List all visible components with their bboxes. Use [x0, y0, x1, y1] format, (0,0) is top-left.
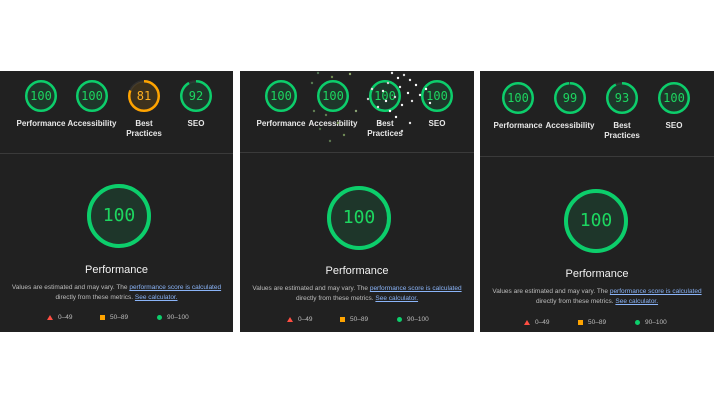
average-square-icon [340, 316, 345, 322]
score-summary: 100 Performance 100 Accessibility 81 Bes… [0, 71, 233, 153]
performance-title: Performance [85, 264, 148, 276]
confetti-dot [316, 71, 320, 75]
confetti-dot [348, 72, 352, 76]
confetti-dot [394, 115, 398, 119]
score-legend: 0–49 50–89 90–100 [480, 318, 714, 328]
pass-circle-icon [157, 314, 162, 320]
average-square-icon [578, 319, 583, 325]
gauge-value: 81 [136, 89, 152, 103]
confetti-dot [342, 133, 346, 137]
pass-circle-icon [397, 316, 402, 322]
gauge-value: 100 [81, 89, 103, 103]
confetti-dot [354, 109, 358, 113]
confetti-dot [402, 73, 406, 77]
confetti-dot [366, 97, 370, 101]
gauge-value: 100 [507, 91, 529, 105]
report-panel-3: 100 Performance 99 Accessibility 93 Best… [480, 71, 714, 332]
confetti-dot [312, 109, 316, 113]
confetti-dot [408, 78, 412, 82]
gauge-value: 92 [188, 89, 204, 103]
performance-gauge: 100 [86, 183, 152, 249]
confetti-dot [393, 95, 397, 99]
performance-score-link[interactable]: performance score is calculated [370, 285, 462, 292]
gauge-label: SEO [665, 121, 683, 130]
report-panel-2: 100 Performance 100 Accessibility 100 Be… [240, 71, 474, 332]
confetti-dot [328, 139, 332, 143]
confetti-dot [396, 76, 400, 80]
confetti-dot [398, 85, 402, 89]
confetti-dot [390, 71, 394, 75]
confetti-dot [424, 87, 428, 91]
confetti-dot [378, 121, 382, 125]
confetti-dot [428, 101, 432, 105]
score-note: Values are estimated and may vary. The p… [11, 284, 222, 301]
confetti-dot [310, 81, 314, 85]
gauge-value: 100 [663, 91, 685, 105]
performance-score: 100 [342, 207, 376, 228]
gauge-seo[interactable]: 92 SEO [164, 79, 228, 129]
gauge-value: 100 [30, 89, 52, 103]
fail-triangle-icon [287, 316, 293, 322]
confetti-dot [410, 99, 414, 103]
performance-gauge: 100 [326, 185, 392, 251]
confetti-dot [418, 93, 422, 97]
confetti-dot [370, 87, 374, 91]
divider [480, 156, 714, 157]
confetti-dot [414, 83, 418, 87]
divider [240, 152, 474, 153]
fail-triangle-icon [524, 319, 530, 325]
report-panel-1: 100 Performance 100 Accessibility 81 Bes… [0, 71, 233, 332]
performance-score-link[interactable]: performance score is calculated [610, 288, 702, 295]
score-note: Values are estimated and may vary. The p… [492, 288, 702, 305]
score-summary: 100 Performance 99 Accessibility 93 Best… [480, 71, 714, 153]
performance-score-link[interactable]: performance score is calculated [129, 284, 221, 291]
confetti-dot [386, 81, 390, 85]
confetti-dot [408, 121, 412, 125]
performance-gauge: 100 [563, 188, 629, 254]
gauge-label: Best Practices [126, 119, 162, 138]
score-legend: 0–49 50–89 90–100 [0, 313, 233, 323]
performance-title: Performance [325, 265, 389, 277]
gauge-seo[interactable]: 100 SEO [642, 81, 706, 131]
gauge-label: Best Practices [604, 121, 640, 140]
confetti-dot [324, 113, 328, 117]
see-calculator-link[interactable]: See calculator. [615, 298, 658, 305]
pass-circle-icon [635, 319, 640, 325]
divider [0, 153, 233, 154]
see-calculator-link[interactable]: See calculator. [375, 295, 418, 302]
gauge-value: 93 [614, 91, 630, 105]
fireworks-confetti [310, 71, 432, 143]
see-calculator-link[interactable]: See calculator. [135, 294, 178, 301]
confetti-dot [336, 121, 340, 125]
confetti-dot [384, 99, 388, 103]
confetti-dot [330, 75, 334, 79]
confetti-dot [400, 103, 404, 107]
confetti-dot [381, 89, 385, 93]
performance-title: Performance [565, 268, 629, 280]
score-legend: 0–49 50–89 90–100 [240, 315, 474, 325]
confetti-dot [318, 127, 322, 131]
confetti-dot [388, 109, 392, 113]
gauge-label: SEO [187, 119, 205, 128]
score-summary: 100 Performance 100 Accessibility 100 Be… [240, 71, 474, 153]
confetti-dot [406, 91, 410, 95]
performance-score: 100 [579, 210, 613, 231]
gauge-value: 99 [562, 91, 578, 105]
average-square-icon [100, 314, 105, 320]
performance-score: 100 [102, 205, 136, 226]
score-note: Values are estimated and may vary. The p… [252, 285, 462, 302]
fail-triangle-icon [47, 314, 53, 320]
confetti-dot [376, 105, 380, 109]
confetti-dot [400, 129, 404, 133]
